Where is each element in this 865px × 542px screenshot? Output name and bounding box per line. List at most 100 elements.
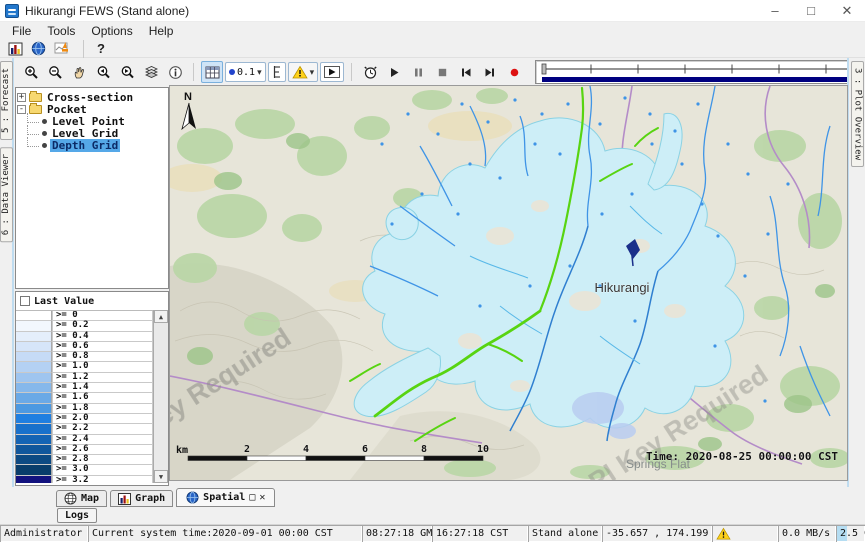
- bullet-icon: [42, 143, 47, 148]
- pan-button[interactable]: [68, 61, 90, 83]
- pause-button[interactable]: [407, 61, 429, 83]
- globe-icon: [31, 41, 46, 56]
- tab-close-icon[interactable]: ✕: [259, 492, 265, 503]
- minimize-button[interactable]: –: [757, 0, 793, 21]
- tree-view: + Cross-section - Pocket Level Point Lev…: [15, 87, 169, 289]
- status-memory: 2.5 GB: [836, 525, 865, 542]
- warning-dropdown[interactable]: ▾: [288, 62, 319, 82]
- zoom-in-button[interactable]: [20, 61, 42, 83]
- legend-color-swatch: [16, 321, 52, 331]
- interval-value: 0.1: [237, 67, 255, 78]
- menu-help[interactable]: Help: [141, 24, 182, 38]
- timeseries-display-button[interactable]: [54, 41, 70, 56]
- help-button[interactable]: ?: [97, 41, 105, 56]
- scale-ruler-icon: [272, 65, 282, 79]
- legend-row[interactable]: >= 3.2: [16, 476, 153, 483]
- scroll-down-button[interactable]: ▼: [154, 470, 168, 483]
- tree-leaf-label-selected: Depth Grid: [50, 139, 120, 152]
- tab-graph[interactable]: Graph: [110, 490, 173, 507]
- scale-tick: 8: [421, 444, 427, 455]
- tab-spatial[interactable]: Spatial □ ✕: [176, 488, 275, 507]
- menu-options[interactable]: Options: [83, 24, 140, 38]
- skip-start-icon: [460, 67, 472, 78]
- zoom-out-button[interactable]: [44, 61, 66, 83]
- last-value-row: Last Value: [16, 292, 168, 310]
- sidebar-tab-data-viewer[interactable]: 6 : Data Viewer: [0, 147, 13, 242]
- right-tab-strip: 3 : Plot Overview: [847, 58, 865, 487]
- menu-file[interactable]: File: [4, 24, 39, 38]
- tree-leaf-level-grid[interactable]: Level Grid: [17, 127, 167, 139]
- legend-panel: Last Value >= 0>= 0.2>= 0.4>= 0.6>= 0.8>…: [15, 291, 169, 486]
- hand-icon: [72, 65, 87, 80]
- zoom-out-icon: [48, 65, 63, 80]
- legend-color-swatch: [16, 445, 52, 455]
- grid-icon: [205, 66, 220, 79]
- stop-button[interactable]: [431, 61, 453, 83]
- legend-color-swatch: [16, 373, 52, 383]
- expand-icon[interactable]: +: [17, 93, 26, 102]
- tree-node-pocket[interactable]: - Pocket: [17, 103, 167, 115]
- menu-bar: File Tools Options Help: [0, 22, 865, 40]
- tab-maximize-icon[interactable]: □: [249, 492, 255, 503]
- status-bar: Administrator Current system time:2020-0…: [0, 524, 865, 542]
- legend-color-swatch: [16, 476, 52, 483]
- skip-end-icon: [484, 67, 496, 78]
- bar-archive-icon: [8, 42, 23, 56]
- app-logo-icon: [5, 4, 19, 18]
- legend-color-swatch: [16, 342, 52, 352]
- logs-button[interactable]: Logs: [57, 508, 97, 523]
- legend-color-swatch: [16, 352, 52, 362]
- tree-node-cross-section[interactable]: + Cross-section: [17, 91, 167, 103]
- legend-color-swatch: [16, 465, 52, 475]
- play-box-icon: [324, 66, 340, 78]
- animation-button[interactable]: [320, 62, 344, 82]
- status-cst-time: 16:27:18 CST: [432, 525, 528, 542]
- map-view[interactable]: API Key Required API Key Required: [170, 86, 847, 480]
- status-warning-cell[interactable]: [712, 525, 778, 542]
- interval-dropdown[interactable]: 0.1 ▾: [225, 62, 266, 82]
- tree-connector: [27, 113, 39, 123]
- close-button[interactable]: ✕: [829, 0, 865, 21]
- legend-color-swatch: [16, 311, 52, 321]
- last-value-checkbox[interactable]: [20, 296, 30, 306]
- sidebar-tab-plot-overview[interactable]: 3 : Plot Overview: [851, 61, 864, 167]
- tab-spatial-label: Spatial: [203, 492, 245, 503]
- folder-icon: [29, 93, 42, 102]
- tree-connector: [27, 125, 39, 135]
- menu-tools[interactable]: Tools: [39, 24, 83, 38]
- grid-display-button[interactable]: [201, 61, 223, 83]
- legend-color-swatch: [16, 404, 52, 414]
- play-button[interactable]: [383, 61, 405, 83]
- chevron-down-icon: ▾: [257, 67, 262, 78]
- profile-button[interactable]: [268, 62, 286, 82]
- map-toolbar: 0.1 ▾ ▾: [14, 58, 847, 86]
- warning-icon: [716, 527, 731, 540]
- timeline-slider[interactable]: [535, 60, 865, 84]
- sidebar-tab-forecast[interactable]: 5 : Forecast: [0, 61, 13, 140]
- skip-start-button[interactable]: [455, 61, 477, 83]
- zoom-next-button[interactable]: [116, 61, 138, 83]
- app-window: { "window": { "title": "Hikurangi FEWS (…: [0, 0, 865, 542]
- database-display-button[interactable]: [8, 42, 23, 56]
- warning-icon: [292, 65, 308, 79]
- info-button[interactable]: [164, 61, 186, 83]
- zoom-previous-button[interactable]: [92, 61, 114, 83]
- map-display-button[interactable]: [31, 41, 46, 56]
- legend-scrollbar[interactable]: ▲ ▼: [153, 310, 168, 483]
- scale-tick: 6: [362, 444, 368, 455]
- record-icon: [509, 67, 520, 78]
- collapse-icon[interactable]: -: [17, 105, 26, 114]
- timer-button[interactable]: [359, 61, 381, 83]
- title-bar: Hikurangi FEWS (Stand alone) – □ ✕: [0, 0, 865, 22]
- record-button[interactable]: [503, 61, 525, 83]
- tab-map[interactable]: Map: [56, 490, 107, 507]
- scroll-up-button[interactable]: ▲: [154, 310, 168, 323]
- tree-leaf-level-point[interactable]: Level Point: [17, 115, 167, 127]
- tree-leaf-depth-grid-selected[interactable]: Depth Grid: [17, 139, 167, 151]
- bar-chart-icon: [118, 493, 131, 505]
- layers-button[interactable]: [140, 61, 162, 83]
- skip-end-button[interactable]: [479, 61, 501, 83]
- legend-color-swatch: [16, 383, 52, 393]
- maximize-button[interactable]: □: [793, 0, 829, 21]
- play-icon: [389, 67, 400, 78]
